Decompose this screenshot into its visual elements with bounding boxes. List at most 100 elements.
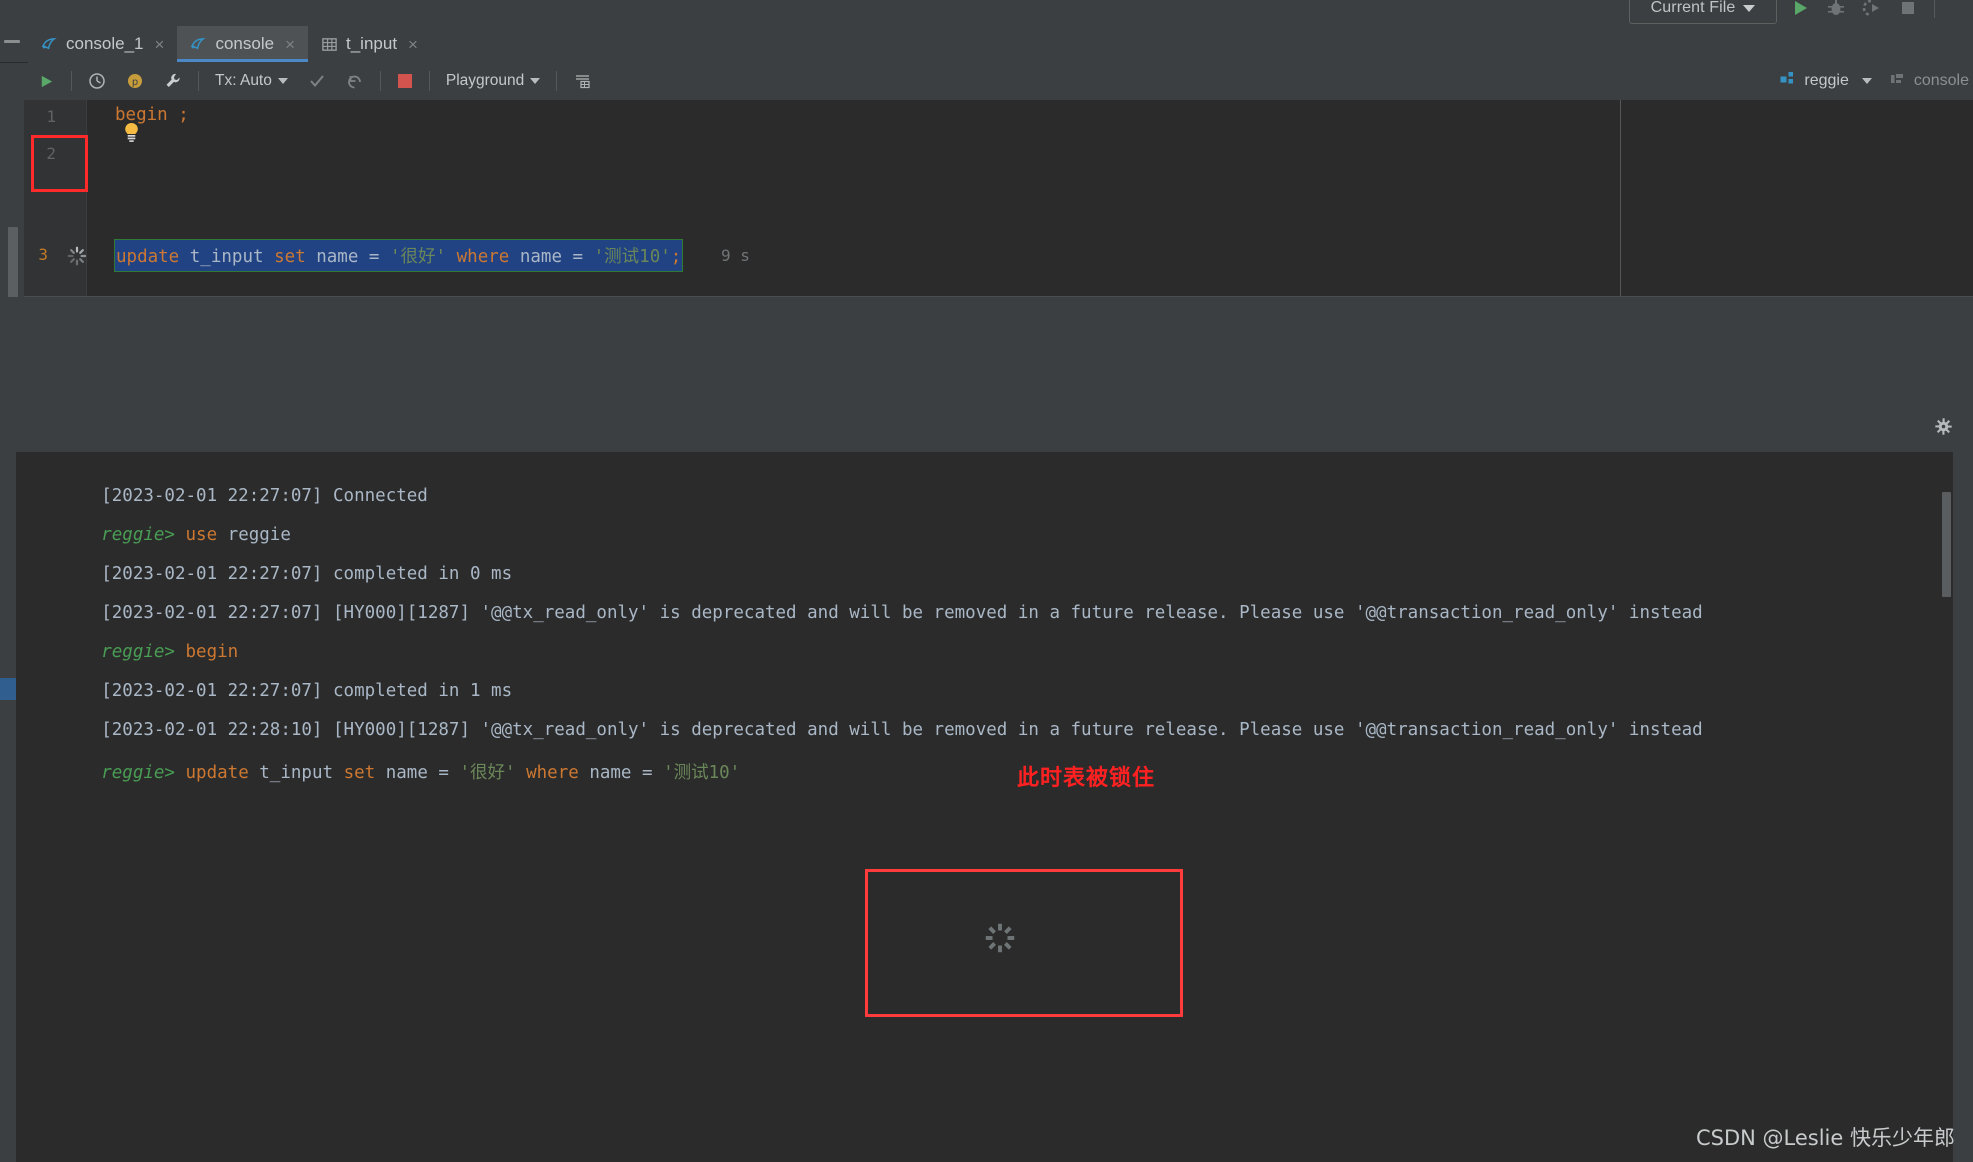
code-token-str: '测试10' bbox=[593, 246, 671, 267]
datasource-icon bbox=[1779, 70, 1797, 93]
execute-icon bbox=[41, 75, 53, 87]
close-icon[interactable]: × bbox=[285, 36, 295, 53]
console-text: [2023-02-01 22:27:07] Connected bbox=[101, 486, 428, 506]
code-token-kw: set bbox=[274, 246, 306, 267]
tx-mode-label: Tx: Auto bbox=[215, 72, 272, 89]
chevron-down-icon bbox=[277, 78, 288, 84]
console-keyword: where bbox=[526, 763, 579, 783]
sql-editor[interactable]: 1 2 3 begin ; update t_input set name = … bbox=[24, 100, 1973, 297]
chevron-down-icon bbox=[530, 78, 541, 84]
debug-icon[interactable] bbox=[1826, 0, 1846, 18]
loading-spinner-icon bbox=[982, 920, 1018, 956]
console-scrollbar-thumb[interactable] bbox=[1942, 492, 1951, 597]
tx-mode-selector[interactable]: Tx: Auto bbox=[205, 62, 298, 100]
history-icon bbox=[89, 73, 105, 89]
mysql-console-icon bbox=[190, 36, 207, 53]
commit-button[interactable] bbox=[298, 62, 336, 100]
editor-toolbar: p Tx: Auto Playground bbox=[28, 62, 1973, 101]
tab-t_input[interactable]: t_input × bbox=[308, 26, 431, 62]
toolbar-divider bbox=[428, 71, 430, 91]
console-keyword: begin bbox=[185, 642, 239, 662]
lightbulb-icon[interactable] bbox=[123, 122, 139, 142]
tab-console_1[interactable]: console_1 × bbox=[28, 26, 177, 62]
history-button[interactable] bbox=[78, 62, 116, 100]
console-text: [2023-02-01 22:27:07] [HY000][1287] '@@t… bbox=[101, 603, 1703, 623]
tab-console[interactable]: console × bbox=[177, 26, 308, 62]
console-output-panel[interactable]: [2023-02-01 22:27:07] Connected reggie> … bbox=[16, 452, 1953, 1162]
table-icon bbox=[321, 36, 338, 53]
close-icon[interactable]: × bbox=[155, 36, 165, 53]
tab-label: console bbox=[215, 34, 275, 53]
editor-tabs: console_1 × console × t_input × bbox=[28, 26, 431, 62]
collapse-icon[interactable] bbox=[4, 40, 20, 43]
watermark: CSDN @Leslie 快乐少年郎 bbox=[1695, 1126, 1955, 1150]
session-icon bbox=[1889, 70, 1907, 93]
editor-gutter[interactable]: 1 2 3 bbox=[24, 100, 87, 297]
editor-tab-bar: console_1 × console × t_input × bbox=[0, 26, 1973, 63]
console-string: '很好' bbox=[459, 763, 516, 783]
console-text: reggie bbox=[217, 525, 291, 545]
output-format-button[interactable] bbox=[563, 62, 602, 100]
run-icon[interactable] bbox=[1790, 0, 1810, 18]
stop-button[interactable] bbox=[387, 62, 423, 100]
editor-right-divider bbox=[1620, 100, 1621, 297]
toolbar-divider bbox=[556, 71, 558, 91]
tab-label: console_1 bbox=[66, 34, 144, 53]
console-line: reggie> update t_input set name = '很好' w… bbox=[38, 739, 740, 804]
console-right-edge bbox=[1953, 452, 1973, 1162]
schema-selector[interactable]: Playground bbox=[436, 62, 550, 100]
gear-icon[interactable] bbox=[1934, 417, 1953, 436]
console-prompt: reggie> bbox=[101, 763, 186, 783]
console-text: name = bbox=[578, 763, 664, 783]
code-line-3[interactable]: update t_input set name = '很好' where nam… bbox=[113, 238, 684, 272]
p-badge-icon: p bbox=[128, 74, 142, 88]
commit-icon bbox=[310, 75, 324, 88]
rollback-icon bbox=[348, 75, 361, 89]
chevron-down-icon[interactable] bbox=[1861, 78, 1872, 84]
selected-statement[interactable]: update t_input set name = '很好' where nam… bbox=[113, 238, 684, 272]
run-with-coverage-icon[interactable] bbox=[1862, 0, 1882, 18]
code-area[interactable]: begin ; update t_input set name = '很好' w… bbox=[87, 100, 1973, 297]
console-prompt: reggie> bbox=[101, 525, 186, 545]
editor-vertical-scrollbar-track[interactable] bbox=[0, 109, 24, 319]
console-text: [2023-02-01 22:27:07] completed in 1 ms bbox=[101, 681, 513, 701]
execute-button[interactable] bbox=[28, 62, 65, 100]
console-keyword: set bbox=[343, 763, 376, 783]
line-number: 2 bbox=[46, 144, 56, 163]
tab-label: t_input bbox=[346, 34, 398, 53]
code-token-kw: ; bbox=[670, 246, 682, 267]
toolbar-divider bbox=[198, 71, 199, 91]
schema-label: Playground bbox=[445, 72, 525, 89]
stop-icon[interactable] bbox=[1898, 0, 1918, 18]
toolbar-divider bbox=[379, 71, 381, 91]
elapsed-label: 9 s bbox=[721, 245, 750, 265]
chevron-down-icon bbox=[1743, 4, 1756, 12]
wrench-icon bbox=[166, 73, 180, 87]
close-icon[interactable]: × bbox=[408, 36, 418, 53]
run-controls bbox=[1790, 0, 1935, 22]
settings-wrench-button[interactable] bbox=[154, 62, 192, 100]
console-keyword: use bbox=[185, 525, 218, 545]
run-configuration-selector[interactable]: Current File bbox=[1629, 0, 1777, 24]
console-keyword: update bbox=[185, 763, 249, 783]
toolbar-divider bbox=[71, 71, 72, 91]
code-token-plain: = bbox=[358, 246, 390, 267]
session-label: console bbox=[1913, 72, 1969, 89]
code-token-plain: = bbox=[562, 246, 594, 267]
ide-window: Current File console_1 × console × t_inp… bbox=[0, 0, 1973, 1162]
code-token-kw: update bbox=[116, 246, 180, 267]
code-token-str: '很好' bbox=[390, 246, 447, 267]
parameters-button[interactable]: p bbox=[116, 62, 154, 100]
code-token-semicolon: ; bbox=[178, 105, 189, 125]
rollback-button[interactable] bbox=[336, 62, 374, 100]
svg-text:p: p bbox=[132, 77, 138, 88]
code-token-plain: name bbox=[316, 246, 359, 267]
annotation-box-loading bbox=[865, 869, 1183, 1017]
editor-console-splitter[interactable] bbox=[0, 297, 1973, 407]
toolbar-divider bbox=[1934, 0, 1935, 18]
